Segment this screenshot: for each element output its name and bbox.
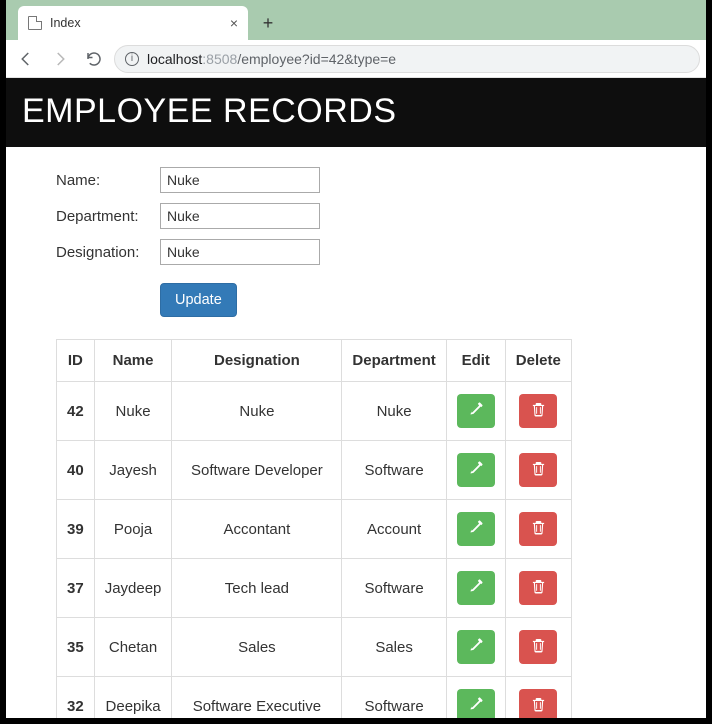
- edit-button[interactable]: [457, 453, 495, 487]
- delete-button[interactable]: [519, 394, 557, 428]
- edit-button[interactable]: [457, 689, 495, 718]
- pencil-icon: [468, 638, 483, 656]
- omnibox[interactable]: i localhost:8508/employee?id=42&type=e: [114, 45, 700, 73]
- cell-id: 39: [57, 500, 95, 559]
- forward-button[interactable]: [46, 45, 74, 73]
- cell-name: Pooja: [94, 500, 172, 559]
- delete-button[interactable]: [519, 689, 557, 718]
- table-row: 40JayeshSoftware DeveloperSoftware: [57, 441, 572, 500]
- col-id: ID: [57, 340, 95, 382]
- reload-button[interactable]: [80, 45, 108, 73]
- cell-id: 40: [57, 441, 95, 500]
- cell-id: 42: [57, 382, 95, 441]
- table-row: 35ChetanSalesSales: [57, 618, 572, 677]
- cell-id: 37: [57, 559, 95, 618]
- col-designation: Designation: [172, 340, 342, 382]
- page-content: EMPLOYEE RECORDS Name: Department: Desig…: [6, 78, 706, 718]
- col-edit: Edit: [446, 340, 505, 382]
- name-input[interactable]: [160, 167, 320, 193]
- cell-id: 35: [57, 618, 95, 677]
- cell-edit: [446, 500, 505, 559]
- name-label: Name:: [56, 172, 160, 189]
- site-info-icon[interactable]: i: [125, 52, 139, 66]
- cell-designation: Software Executive: [172, 677, 342, 719]
- cell-department: Sales: [342, 618, 446, 677]
- trash-icon: [531, 579, 546, 597]
- cell-edit: [446, 559, 505, 618]
- cell-designation: Software Developer: [172, 441, 342, 500]
- tab-title: Index: [50, 16, 222, 30]
- update-button[interactable]: Update: [160, 283, 237, 317]
- cell-name: Chetan: [94, 618, 172, 677]
- page-header: EMPLOYEE RECORDS: [6, 78, 706, 147]
- cell-name: Jayesh: [94, 441, 172, 500]
- trash-icon: [531, 638, 546, 656]
- cell-department: Software: [342, 559, 446, 618]
- delete-button[interactable]: [519, 571, 557, 605]
- close-icon[interactable]: ×: [230, 16, 238, 30]
- browser-tab[interactable]: Index ×: [18, 6, 248, 40]
- trash-icon: [531, 697, 546, 715]
- cell-department: Account: [342, 500, 446, 559]
- pencil-icon: [468, 520, 483, 538]
- url-text: localhost:8508/employee?id=42&type=e: [147, 51, 396, 67]
- pencil-icon: [468, 697, 483, 715]
- edit-button[interactable]: [457, 512, 495, 546]
- delete-button[interactable]: [519, 453, 557, 487]
- col-delete: Delete: [505, 340, 571, 382]
- trash-icon: [531, 402, 546, 420]
- table-header-row: ID Name Designation Department Edit Dele…: [57, 340, 572, 382]
- page-title: EMPLOYEE RECORDS: [22, 92, 690, 131]
- cell-designation: Accontant: [172, 500, 342, 559]
- cell-edit: [446, 618, 505, 677]
- edit-button[interactable]: [457, 394, 495, 428]
- cell-delete: [505, 500, 571, 559]
- col-name: Name: [94, 340, 172, 382]
- col-department: Department: [342, 340, 446, 382]
- employee-table: ID Name Designation Department Edit Dele…: [56, 339, 572, 718]
- cell-delete: [505, 618, 571, 677]
- cell-department: Software: [342, 677, 446, 719]
- cell-id: 32: [57, 677, 95, 719]
- designation-input[interactable]: [160, 239, 320, 265]
- cell-delete: [505, 382, 571, 441]
- department-input[interactable]: [160, 203, 320, 229]
- address-bar: i localhost:8508/employee?id=42&type=e: [6, 40, 706, 78]
- department-label: Department:: [56, 208, 160, 225]
- cell-designation: Nuke: [172, 382, 342, 441]
- table-row: 39PoojaAccontantAccount: [57, 500, 572, 559]
- cell-edit: [446, 441, 505, 500]
- cell-delete: [505, 677, 571, 719]
- cell-edit: [446, 382, 505, 441]
- cell-edit: [446, 677, 505, 719]
- cell-delete: [505, 559, 571, 618]
- pencil-icon: [468, 461, 483, 479]
- trash-icon: [531, 461, 546, 479]
- cell-name: Deepika: [94, 677, 172, 719]
- browser-tab-bar: Index × +: [6, 0, 706, 40]
- table-row: 37JaydeepTech leadSoftware: [57, 559, 572, 618]
- pencil-icon: [468, 402, 483, 420]
- cell-delete: [505, 441, 571, 500]
- pencil-icon: [468, 579, 483, 597]
- delete-button[interactable]: [519, 630, 557, 664]
- cell-designation: Tech lead: [172, 559, 342, 618]
- cell-department: Nuke: [342, 382, 446, 441]
- table-row: 42NukeNukeNuke: [57, 382, 572, 441]
- new-tab-button[interactable]: +: [254, 9, 282, 37]
- cell-name: Nuke: [94, 382, 172, 441]
- back-button[interactable]: [12, 45, 40, 73]
- edit-button[interactable]: [457, 571, 495, 605]
- cell-name: Jaydeep: [94, 559, 172, 618]
- edit-button[interactable]: [457, 630, 495, 664]
- delete-button[interactable]: [519, 512, 557, 546]
- table-row: 32DeepikaSoftware ExecutiveSoftware: [57, 677, 572, 719]
- trash-icon: [531, 520, 546, 538]
- designation-label: Designation:: [56, 244, 160, 261]
- cell-designation: Sales: [172, 618, 342, 677]
- document-icon: [28, 16, 42, 30]
- cell-department: Software: [342, 441, 446, 500]
